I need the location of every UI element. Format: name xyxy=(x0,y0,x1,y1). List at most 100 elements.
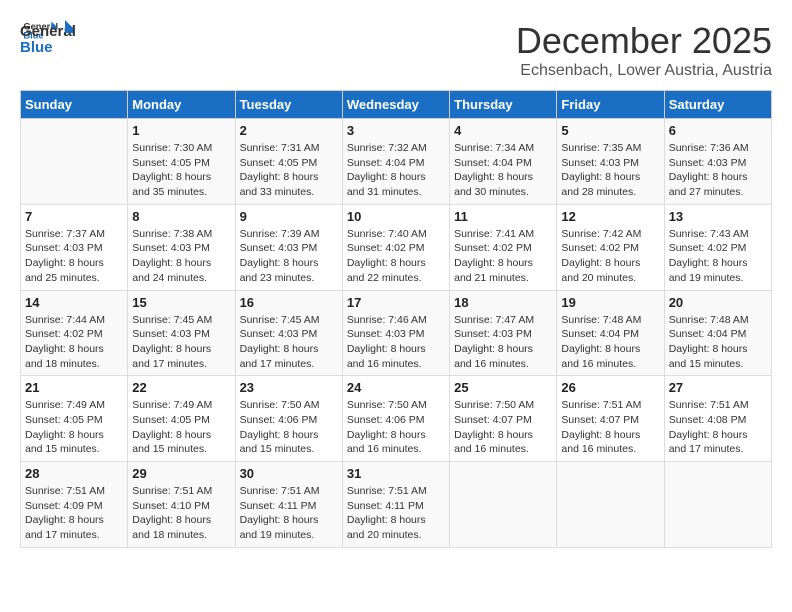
cell-detail: Sunrise: 7:49 AMSunset: 4:05 PMDaylight:… xyxy=(132,398,230,457)
calendar-cell: 15 Sunrise: 7:45 AMSunset: 4:03 PMDaylig… xyxy=(128,290,235,376)
day-number: 5 xyxy=(561,123,659,138)
cell-detail: Sunrise: 7:30 AMSunset: 4:05 PMDaylight:… xyxy=(132,141,230,200)
week-row-2: 7 Sunrise: 7:37 AMSunset: 4:03 PMDayligh… xyxy=(21,204,772,290)
day-number: 17 xyxy=(347,295,445,310)
calendar-cell: 3 Sunrise: 7:32 AMSunset: 4:04 PMDayligh… xyxy=(342,119,449,205)
day-number: 31 xyxy=(347,466,445,481)
cell-detail: Sunrise: 7:38 AMSunset: 4:03 PMDaylight:… xyxy=(132,227,230,286)
calendar-cell: 5 Sunrise: 7:35 AMSunset: 4:03 PMDayligh… xyxy=(557,119,664,205)
day-number: 15 xyxy=(132,295,230,310)
day-number: 19 xyxy=(561,295,659,310)
location-title: Echsenbach, Lower Austria, Austria xyxy=(516,62,772,80)
calendar-cell: 6 Sunrise: 7:36 AMSunset: 4:03 PMDayligh… xyxy=(664,119,771,205)
svg-text:Blue: Blue xyxy=(20,39,53,56)
calendar-cell: 26 Sunrise: 7:51 AMSunset: 4:07 PMDaylig… xyxy=(557,376,664,462)
day-number: 9 xyxy=(240,209,338,224)
logo-svg: General Blue xyxy=(20,20,75,60)
cell-detail: Sunrise: 7:44 AMSunset: 4:02 PMDaylight:… xyxy=(25,313,123,372)
calendar-cell: 8 Sunrise: 7:38 AMSunset: 4:03 PMDayligh… xyxy=(128,204,235,290)
calendar-cell: 21 Sunrise: 7:49 AMSunset: 4:05 PMDaylig… xyxy=(21,376,128,462)
cell-detail: Sunrise: 7:37 AMSunset: 4:03 PMDaylight:… xyxy=(25,227,123,286)
calendar-cell: 4 Sunrise: 7:34 AMSunset: 4:04 PMDayligh… xyxy=(450,119,557,205)
cell-detail: Sunrise: 7:50 AMSunset: 4:06 PMDaylight:… xyxy=(347,398,445,457)
page-header: General Blue December 2025 Echsenbach, L… xyxy=(20,20,772,80)
calendar-cell xyxy=(21,119,128,205)
cell-detail: Sunrise: 7:40 AMSunset: 4:02 PMDaylight:… xyxy=(347,227,445,286)
calendar-cell: 1 Sunrise: 7:30 AMSunset: 4:05 PMDayligh… xyxy=(128,119,235,205)
calendar-cell: 18 Sunrise: 7:47 AMSunset: 4:03 PMDaylig… xyxy=(450,290,557,376)
cell-detail: Sunrise: 7:51 AMSunset: 4:11 PMDaylight:… xyxy=(240,484,338,543)
day-number: 23 xyxy=(240,380,338,395)
day-number: 1 xyxy=(132,123,230,138)
calendar-cell: 17 Sunrise: 7:46 AMSunset: 4:03 PMDaylig… xyxy=(342,290,449,376)
cell-detail: Sunrise: 7:50 AMSunset: 4:07 PMDaylight:… xyxy=(454,398,552,457)
weekday-header-row: SundayMondayTuesdayWednesdayThursdayFrid… xyxy=(21,91,772,119)
day-number: 16 xyxy=(240,295,338,310)
cell-detail: Sunrise: 7:50 AMSunset: 4:06 PMDaylight:… xyxy=(240,398,338,457)
day-number: 28 xyxy=(25,466,123,481)
weekday-header-wednesday: Wednesday xyxy=(342,91,449,119)
week-row-5: 28 Sunrise: 7:51 AMSunset: 4:09 PMDaylig… xyxy=(21,462,772,548)
calendar-cell: 9 Sunrise: 7:39 AMSunset: 4:03 PMDayligh… xyxy=(235,204,342,290)
cell-detail: Sunrise: 7:43 AMSunset: 4:02 PMDaylight:… xyxy=(669,227,767,286)
day-number: 7 xyxy=(25,209,123,224)
cell-detail: Sunrise: 7:35 AMSunset: 4:03 PMDaylight:… xyxy=(561,141,659,200)
title-block: December 2025 Echsenbach, Lower Austria,… xyxy=(516,20,772,80)
cell-detail: Sunrise: 7:46 AMSunset: 4:03 PMDaylight:… xyxy=(347,313,445,372)
cell-detail: Sunrise: 7:45 AMSunset: 4:03 PMDaylight:… xyxy=(240,313,338,372)
calendar-cell: 16 Sunrise: 7:45 AMSunset: 4:03 PMDaylig… xyxy=(235,290,342,376)
calendar-cell: 28 Sunrise: 7:51 AMSunset: 4:09 PMDaylig… xyxy=(21,462,128,548)
weekday-header-thursday: Thursday xyxy=(450,91,557,119)
day-number: 24 xyxy=(347,380,445,395)
cell-detail: Sunrise: 7:51 AMSunset: 4:11 PMDaylight:… xyxy=(347,484,445,543)
cell-detail: Sunrise: 7:51 AMSunset: 4:08 PMDaylight:… xyxy=(669,398,767,457)
cell-detail: Sunrise: 7:48 AMSunset: 4:04 PMDaylight:… xyxy=(669,313,767,372)
day-number: 3 xyxy=(347,123,445,138)
calendar-cell: 19 Sunrise: 7:48 AMSunset: 4:04 PMDaylig… xyxy=(557,290,664,376)
day-number: 4 xyxy=(454,123,552,138)
cell-detail: Sunrise: 7:51 AMSunset: 4:09 PMDaylight:… xyxy=(25,484,123,543)
day-number: 21 xyxy=(25,380,123,395)
cell-detail: Sunrise: 7:36 AMSunset: 4:03 PMDaylight:… xyxy=(669,141,767,200)
day-number: 13 xyxy=(669,209,767,224)
weekday-header-tuesday: Tuesday xyxy=(235,91,342,119)
day-number: 29 xyxy=(132,466,230,481)
month-title: December 2025 xyxy=(516,20,772,62)
weekday-header-monday: Monday xyxy=(128,91,235,119)
calendar-cell: 31 Sunrise: 7:51 AMSunset: 4:11 PMDaylig… xyxy=(342,462,449,548)
calendar-cell: 12 Sunrise: 7:42 AMSunset: 4:02 PMDaylig… xyxy=(557,204,664,290)
calendar-cell xyxy=(450,462,557,548)
calendar-cell: 7 Sunrise: 7:37 AMSunset: 4:03 PMDayligh… xyxy=(21,204,128,290)
day-number: 18 xyxy=(454,295,552,310)
calendar-cell: 23 Sunrise: 7:50 AMSunset: 4:06 PMDaylig… xyxy=(235,376,342,462)
cell-detail: Sunrise: 7:51 AMSunset: 4:10 PMDaylight:… xyxy=(132,484,230,543)
day-number: 6 xyxy=(669,123,767,138)
cell-detail: Sunrise: 7:32 AMSunset: 4:04 PMDaylight:… xyxy=(347,141,445,200)
day-number: 14 xyxy=(25,295,123,310)
day-number: 25 xyxy=(454,380,552,395)
calendar-cell: 14 Sunrise: 7:44 AMSunset: 4:02 PMDaylig… xyxy=(21,290,128,376)
cell-detail: Sunrise: 7:39 AMSunset: 4:03 PMDaylight:… xyxy=(240,227,338,286)
day-number: 30 xyxy=(240,466,338,481)
cell-detail: Sunrise: 7:41 AMSunset: 4:02 PMDaylight:… xyxy=(454,227,552,286)
cell-detail: Sunrise: 7:45 AMSunset: 4:03 PMDaylight:… xyxy=(132,313,230,372)
day-number: 22 xyxy=(132,380,230,395)
calendar-cell: 11 Sunrise: 7:41 AMSunset: 4:02 PMDaylig… xyxy=(450,204,557,290)
calendar-cell: 20 Sunrise: 7:48 AMSunset: 4:04 PMDaylig… xyxy=(664,290,771,376)
day-number: 11 xyxy=(454,209,552,224)
cell-detail: Sunrise: 7:49 AMSunset: 4:05 PMDaylight:… xyxy=(25,398,123,457)
day-number: 26 xyxy=(561,380,659,395)
cell-detail: Sunrise: 7:51 AMSunset: 4:07 PMDaylight:… xyxy=(561,398,659,457)
logo-block: General Blue xyxy=(20,20,75,60)
calendar-cell xyxy=(664,462,771,548)
calendar-cell: 30 Sunrise: 7:51 AMSunset: 4:11 PMDaylig… xyxy=(235,462,342,548)
cell-detail: Sunrise: 7:42 AMSunset: 4:02 PMDaylight:… xyxy=(561,227,659,286)
week-row-4: 21 Sunrise: 7:49 AMSunset: 4:05 PMDaylig… xyxy=(21,376,772,462)
calendar-cell: 13 Sunrise: 7:43 AMSunset: 4:02 PMDaylig… xyxy=(664,204,771,290)
calendar-cell: 25 Sunrise: 7:50 AMSunset: 4:07 PMDaylig… xyxy=(450,376,557,462)
calendar-cell: 2 Sunrise: 7:31 AMSunset: 4:05 PMDayligh… xyxy=(235,119,342,205)
calendar-cell xyxy=(557,462,664,548)
day-number: 12 xyxy=(561,209,659,224)
weekday-header-friday: Friday xyxy=(557,91,664,119)
week-row-1: 1 Sunrise: 7:30 AMSunset: 4:05 PMDayligh… xyxy=(21,119,772,205)
